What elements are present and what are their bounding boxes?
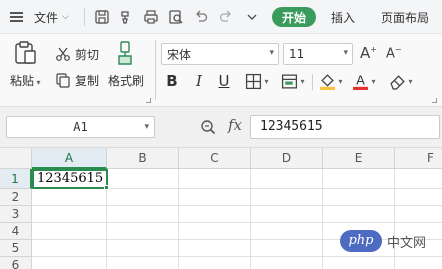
row-header[interactable]: 4 (0, 223, 32, 240)
font-name-select[interactable]: 宋体 ▾ (161, 43, 279, 65)
fx-icon[interactable]: fx (228, 116, 242, 134)
chevron-down-icon: ▾ (300, 76, 305, 86)
chevron-down-icon: ▾ (371, 76, 376, 86)
gridline (178, 169, 179, 269)
customize-chevron-icon[interactable] (243, 0, 261, 34)
redo-icon[interactable] (217, 0, 235, 34)
copy-button[interactable]: 复制 (55, 70, 99, 90)
paste-label: 粘贴 ▾ (10, 74, 41, 88)
font-color-icon: A (353, 73, 369, 90)
ribbon: 粘贴 ▾ 剪切 复制 格式刷 宋体 ▾ 11 ▾ A+ A− B I U ▾ ▾ (0, 34, 442, 107)
font-name-value: 宋体 (167, 47, 192, 62)
column-header[interactable]: D (251, 148, 323, 169)
chevron-down-icon: ⌵ (62, 12, 69, 22)
svg-text:A: A (357, 73, 366, 88)
font-color-button[interactable]: A ▾ (350, 70, 378, 92)
decrease-font-icon: A− (386, 44, 402, 62)
gridline (250, 169, 251, 269)
column-header[interactable]: B (107, 148, 179, 169)
column-header[interactable]: C (179, 148, 251, 169)
watermark: php 中文网 (340, 230, 426, 252)
column-header[interactable]: F (395, 148, 442, 169)
save-icon[interactable] (93, 0, 111, 34)
tab-start[interactable]: 开始 (272, 7, 316, 27)
gridline (322, 169, 323, 269)
name-box[interactable]: A1 ▾ (6, 116, 155, 138)
file-menu[interactable]: 文件 ⌵ (34, 0, 69, 34)
cut-button[interactable]: 剪切 (55, 44, 99, 64)
increase-font-button[interactable]: A+ (360, 43, 377, 63)
row-header[interactable]: 1 (0, 169, 32, 189)
column-header[interactable]: A (32, 148, 107, 169)
chevron-down-icon: ▾ (144, 122, 149, 132)
fill-handle[interactable] (104, 185, 109, 190)
clear-format-button[interactable]: ▾ (386, 70, 416, 92)
row-header[interactable]: 5 (0, 240, 32, 257)
print-icon[interactable] (142, 0, 160, 34)
format-painter-icon[interactable] (117, 0, 135, 34)
format-painter-button[interactable]: 格式刷 (108, 40, 144, 89)
select-all-corner[interactable] (0, 148, 32, 169)
underline-button[interactable]: U (214, 70, 234, 92)
gridline (32, 256, 442, 257)
chevron-down-icon: ▾ (343, 48, 348, 58)
undo-icon[interactable] (192, 0, 210, 34)
conditional-format-button[interactable]: ▾ (278, 70, 308, 92)
border-grid-icon (246, 73, 262, 89)
fill-color-button[interactable]: ▾ (316, 70, 346, 92)
row-header[interactable]: 2 (0, 189, 32, 206)
gridline (32, 222, 442, 223)
zoom-icon[interactable] (200, 119, 216, 135)
chevron-down-icon: ▾ (338, 76, 343, 86)
gridline (394, 169, 395, 269)
chevron-down-icon: ▾ (408, 76, 413, 86)
watermark-logo: php (340, 230, 382, 252)
font-size-select[interactable]: 11 ▾ (283, 43, 353, 65)
clipboard-launcher-icon[interactable] (146, 98, 151, 103)
brush-icon (118, 41, 132, 65)
paste-button[interactable]: 粘贴 ▾ (10, 40, 41, 89)
decrease-font-button[interactable]: A− (386, 43, 402, 63)
font-size-value: 11 (289, 47, 305, 61)
chevron-down-icon: ▾ (269, 48, 274, 58)
scissors-icon (56, 47, 70, 61)
column-header[interactable]: E (323, 148, 395, 169)
tab-page-layout[interactable]: 页面布局 (381, 0, 429, 34)
cell-a1[interactable]: 12345615 (32, 169, 108, 189)
formula-bar: A1 ▾ fx 12345615 (0, 107, 442, 148)
row-header[interactable]: 6 (0, 257, 32, 269)
row-header[interactable]: 3 (0, 206, 32, 223)
file-menu-label: 文件 (34, 10, 59, 25)
name-box-value: A1 (73, 120, 88, 134)
formula-input[interactable]: 12345615 (250, 115, 440, 139)
divider (84, 8, 85, 26)
eraser-icon (390, 74, 406, 90)
tab-insert[interactable]: 插入 (331, 0, 355, 34)
format-painter-label: 格式刷 (108, 74, 145, 88)
divider (312, 74, 313, 90)
font-launcher-icon[interactable] (432, 98, 437, 103)
bold-button[interactable]: B (162, 70, 182, 92)
paint-bucket-icon (320, 73, 336, 90)
chevron-down-icon: ▾ (264, 76, 269, 86)
increase-font-icon: A+ (360, 44, 377, 62)
cell-style-icon (282, 73, 298, 89)
divider (155, 40, 156, 100)
print-preview-icon[interactable] (167, 0, 185, 34)
watermark-text: 中文网 (387, 235, 427, 251)
borders-button[interactable]: ▾ (242, 70, 272, 92)
cut-label: 剪切 (75, 47, 100, 62)
copy-icon (56, 73, 70, 88)
gridline (32, 205, 442, 206)
menu-icon[interactable] (10, 0, 26, 34)
copy-label: 复制 (75, 73, 100, 88)
paste-icon (15, 41, 36, 64)
italic-button[interactable]: I (189, 70, 209, 92)
menu-bar: 文件 ⌵ 开始 插入 页面布局 (0, 0, 442, 34)
